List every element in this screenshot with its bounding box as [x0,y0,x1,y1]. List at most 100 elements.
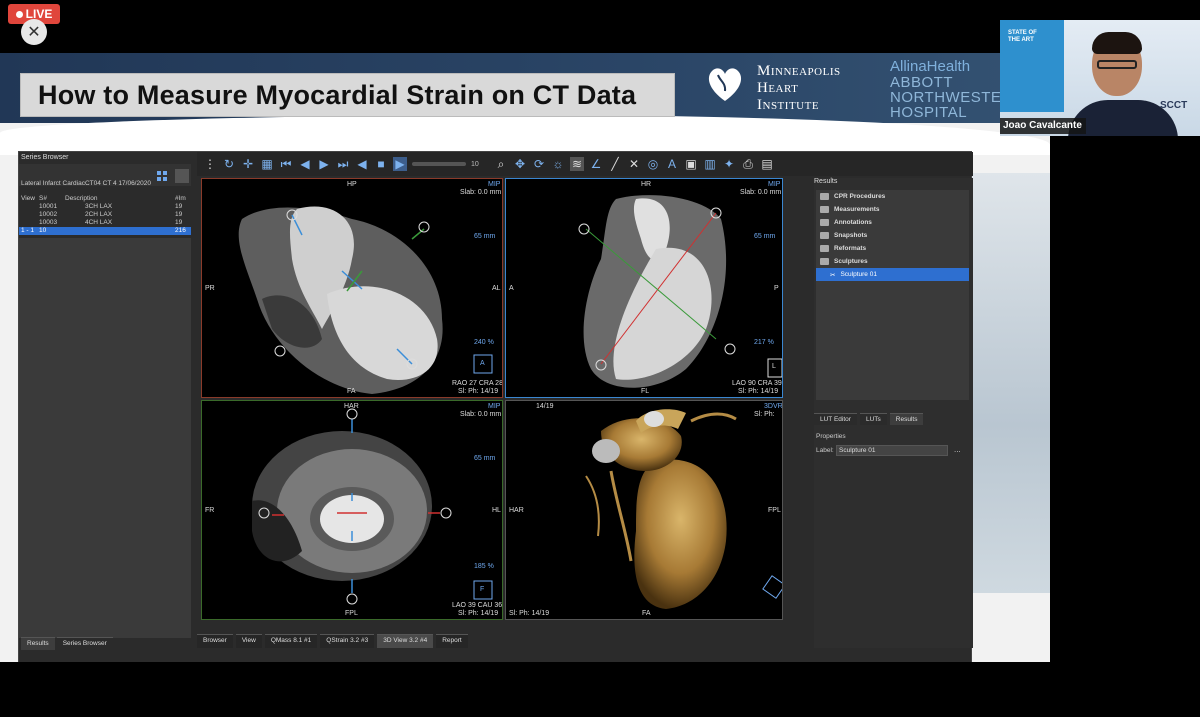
frame-slider[interactable] [412,162,466,166]
angle-tool-icon[interactable]: ∠ [589,157,603,171]
tab-3d-view[interactable]: 3D View 3.2 #4 [377,634,434,648]
slice-phase: Sl: Ph: 14/19 [458,388,499,395]
cell [19,211,39,219]
cell [19,219,39,227]
tree-item-cpr-procedures[interactable]: CPR Procedures [816,190,969,203]
slice-phase: Sl: Ph: 14/19 [738,388,779,395]
table-row[interactable]: 10003 4CH LAX 19 [19,219,191,227]
abbott-line-2: NORTHWESTE [890,89,1002,106]
slide-title: How to Measure Myocardial Strain on CT D… [38,79,637,110]
col-header: Description [65,195,98,202]
tree-item-snapshots[interactable]: Snapshots [816,229,969,242]
line-tool-icon[interactable]: ╱ [608,157,622,171]
orientation-cube-label: L [772,363,776,370]
folder-icon [820,206,829,213]
tab-series-browser[interactable]: Series Browser [56,637,113,650]
ellipse-tool-icon[interactable]: ◎ [646,157,660,171]
orient-left: FR [205,507,215,514]
rotate-icon[interactable]: ↻ [222,157,236,171]
play-icon[interactable]: ▶ [393,157,407,171]
zoom-level: 240 % [474,339,494,346]
presentation-slide: How to Measure Myocardial Strain on CT D… [0,53,1050,662]
tree-item-reformats[interactable]: Reformats [816,242,969,255]
tab-browser[interactable]: Browser [197,634,233,648]
slide-title-box: How to Measure Myocardial Strain on CT D… [20,73,675,117]
phase-indicator: 14/19 [536,403,554,410]
previous-frame-icon[interactable]: ◀ [298,157,312,171]
viewport-2ch[interactable]: HR A P FL MIP Slab: 0.0 mm 65 mm 217 % L… [505,178,783,398]
window-level-icon[interactable]: ☼ [551,157,565,171]
lut-icon[interactable]: ▥ [703,157,717,171]
first-frame-icon[interactable]: ⏮ [279,157,293,171]
more-options-button[interactable]: ... [954,445,961,454]
last-frame-icon[interactable]: ⏭ [336,157,350,171]
tree-item-measurements[interactable]: Measurements [816,203,969,216]
cell: 2CH LAX [85,211,113,218]
folder-icon [820,193,829,200]
snapshot-icon[interactable]: ▣ [684,157,698,171]
tab-view[interactable]: View [235,634,262,648]
play-reverse-icon[interactable]: ◀ [355,157,369,171]
screen: How to Measure Myocardial Strain on CT D… [0,0,1200,717]
zoom-icon[interactable]: ⌕ [494,157,508,171]
series-table-header: View S# Description #Im [19,195,191,203]
render-mode: 3DVR [764,403,783,410]
folder-icon [820,232,829,239]
viewer-toolbar: ⋮ ↻ ✛ ▦ ⏮ ◀ ▶ ⏭ ◀ ■ ▶ 10 ⌕ ✥ ⟳ ☼ ≋ ∠ ╱ ✕… [197,152,973,176]
mhi-line-3: Institute [757,97,820,113]
sculpture-icon: ✂ [830,271,836,279]
folder-icon [820,258,829,265]
frame-value: 10 [471,160,479,168]
workflow-tabs: Browser View QMass 8.1 #1 QStrain 3.2 #3… [197,634,797,648]
grid-icon[interactable]: ▦ [260,157,274,171]
viewport-3ch[interactable]: HP PR AL FA MIP Slab: 0.0 mm 65 mm 240 %… [201,178,503,398]
viewport-short-axis[interactable]: HAR FR HL FPL MIP Slab: 0.0 mm 65 mm 185… [201,400,503,620]
close-button[interactable]: ✕ [21,19,47,45]
tab-results[interactable]: Results [889,413,924,425]
series-browser-tabs: Results Series Browser [19,637,191,650]
stop-icon[interactable]: ■ [374,157,388,171]
orient-right: HL [492,507,501,514]
table-row[interactable]: 10002 2CH LAX 19 [19,211,191,219]
tree-item-sculpture-01[interactable]: ✂ Sculpture 01 [816,268,969,281]
sculpt-icon[interactable]: ✦ [722,157,736,171]
results-tree: CPR Procedures Measurements Annotations … [816,190,969,400]
view-angle: LAO 90 CRA 39 [732,380,782,387]
crosshair-icon[interactable]: ✛ [241,157,255,171]
print-icon[interactable]: ⎙ [741,157,755,171]
folder-icon [820,245,829,252]
layers-icon[interactable]: ≋ [570,157,584,171]
abbott-logo: ABBOTT NORTHWESTE HOSPITAL [890,75,1001,120]
cross-tool-icon[interactable]: ✕ [627,157,641,171]
cell: 10003 [39,219,58,226]
folder-icon [820,219,829,226]
cell: 10 [39,227,47,234]
rotate-3d-icon[interactable]: ⟳ [532,157,546,171]
render-mode: MIP [488,403,501,410]
tab-qstrain[interactable]: QStrain 3.2 #3 [320,634,375,648]
tree-item-label: Snapshots [834,232,868,239]
orient-right: P [774,285,779,292]
text-annotation-icon[interactable]: A [665,157,679,171]
live-dot-icon [15,10,23,18]
tab-qmass[interactable]: QMass 8.1 #1 [264,634,318,648]
tab-results[interactable]: Results [21,637,55,650]
clipboard-icon[interactable]: ▤ [760,157,774,171]
tree-item-annotations[interactable]: Annotations [816,216,969,229]
tree-item-label: Sculpture 01 [840,271,877,278]
next-frame-icon[interactable]: ▶ [317,157,331,171]
viewport-3d-volume[interactable]: 14/19 3DVR Sl: Ph: HAR FPL FA Sl: Ph: 14… [505,400,783,620]
table-row[interactable]: 10001 3CH LAX 19 [19,203,191,211]
tab-lut-editor[interactable]: LUT Editor [814,413,857,425]
tree-item-label: CPR Procedures [834,193,886,200]
pan-icon[interactable]: ✥ [513,157,527,171]
drag-handle-icon[interactable]: ⋮ [203,157,217,171]
table-row-selected[interactable]: 1 - 1 10 216 [19,227,191,235]
tab-report[interactable]: Report [436,634,468,648]
mhi-logo-text: Minneapolis Heart Institute [757,63,841,114]
tree-item-sculptures[interactable]: Sculptures [816,255,969,268]
results-tabs: LUT Editor LUTs Results [814,413,924,425]
orient-bottom: FA [347,388,356,395]
label-field-input[interactable]: Sculpture 01 [836,445,948,456]
tab-luts[interactable]: LUTs [859,413,887,425]
